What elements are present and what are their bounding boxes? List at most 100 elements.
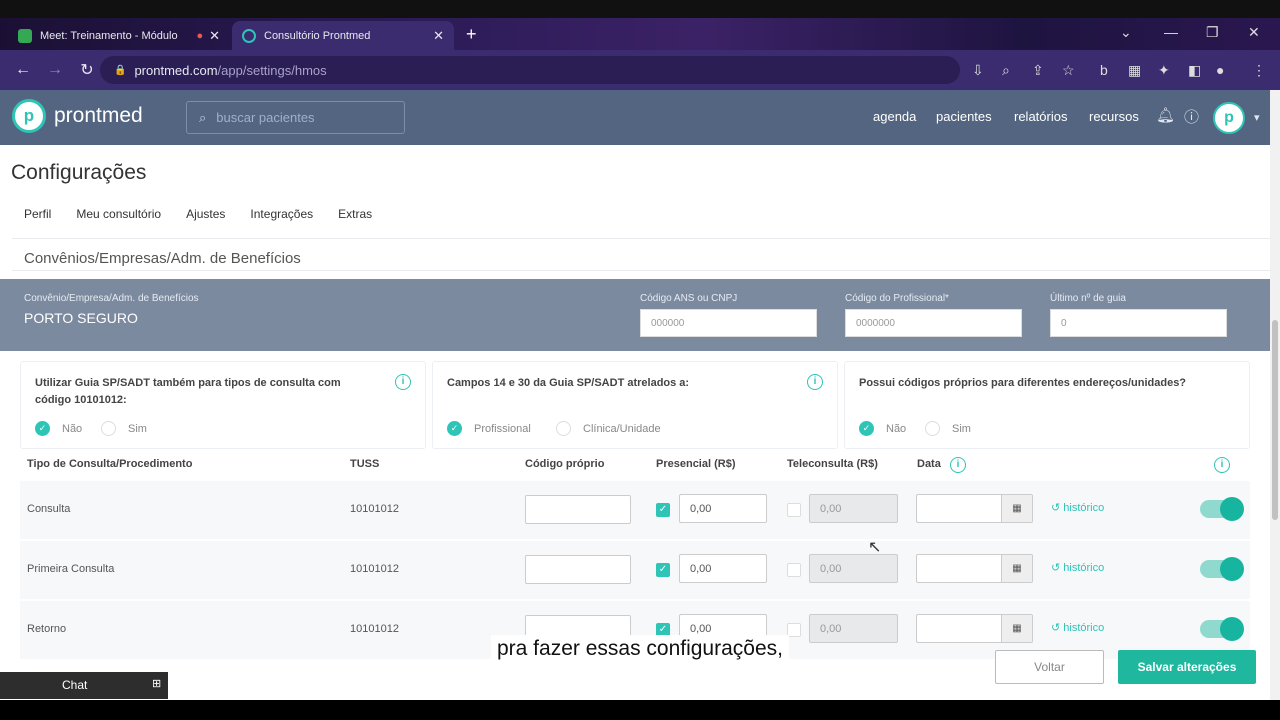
date-input[interactable]: ▦ <box>916 494 1033 523</box>
tab-ajustes[interactable]: Ajustes <box>186 207 225 221</box>
prof-code-input[interactable]: 0000000 <box>845 309 1022 337</box>
tele-checkbox[interactable] <box>787 563 801 577</box>
expand-icon[interactable]: ⊞ <box>152 677 161 690</box>
browser-menu-icon[interactable]: ⋮ <box>1252 62 1266 79</box>
radio-label: Clínica/Unidade <box>583 422 661 435</box>
presencial-checkbox[interactable]: ✓ <box>656 563 670 577</box>
own-code-input[interactable] <box>525 555 631 584</box>
nav-pacientes[interactable]: pacientes <box>936 109 992 124</box>
procedure-name: Primeira Consulta <box>27 563 115 575</box>
browser-tab-meet[interactable]: Meet: Treinamento - Módulo ● ✕ <box>8 21 230 50</box>
tab-integracoes[interactable]: Integrações <box>250 207 313 221</box>
ans-code-input[interactable]: 000000 <box>640 309 817 337</box>
history-link[interactable]: ↺ histórico <box>1051 501 1104 514</box>
user-avatar[interactable]: p <box>1213 102 1245 134</box>
tele-price-input[interactable]: 0,00 <box>809 494 898 523</box>
extension-grid-icon[interactable]: ▦ <box>1128 62 1141 79</box>
active-toggle[interactable] <box>1200 557 1244 581</box>
reload-icon[interactable]: ↻ <box>78 60 96 80</box>
own-code-input[interactable] <box>525 495 631 524</box>
sidepanel-icon[interactable]: ◧ <box>1188 62 1201 79</box>
zoom-icon[interactable]: ⌕ <box>1002 62 1010 79</box>
date-input[interactable]: ▦ <box>916 554 1033 583</box>
radio-nao[interactable]: ✓ Não <box>859 421 906 436</box>
chat-panel-bar[interactable]: Chat ⊞ <box>0 672 168 699</box>
forward-arrow-icon[interactable]: → <box>46 61 64 79</box>
nav-relatorios[interactable]: relatórios <box>1014 109 1067 124</box>
extensions-puzzle-icon[interactable]: ✦ <box>1158 62 1170 79</box>
radio-label: Não <box>886 422 907 435</box>
date-info-icon[interactable]: i <box>950 457 966 473</box>
history-icon: ↺ <box>1051 502 1064 514</box>
tab-search-icon[interactable]: ⌄ <box>1120 24 1132 41</box>
prontmed-logo[interactable]: p prontmed <box>12 99 143 133</box>
tele-checkbox[interactable] <box>787 623 801 637</box>
nav-recursos[interactable]: recursos <box>1089 109 1139 124</box>
close-tab-icon[interactable]: ✕ <box>433 28 444 44</box>
chevron-down-icon[interactable]: ▾ <box>1254 111 1260 124</box>
status-info-icon[interactable]: i <box>1214 457 1230 473</box>
radio-profissional[interactable]: ✓ Profissional <box>447 421 531 436</box>
section-title: Convênios/Empresas/Adm. de Benefícios <box>24 250 301 267</box>
patient-search-input[interactable]: ⌕ buscar pacientes <box>186 101 405 134</box>
insurer-name: PORTO SEGURO <box>24 310 138 326</box>
browser-tab-prontmed[interactable]: Consultório Prontmed ✕ <box>232 21 454 50</box>
history-link[interactable]: ↺ histórico <box>1051 561 1104 574</box>
nav-agenda[interactable]: agenda <box>873 109 916 124</box>
last-guide-label: Último nº de guia <box>1050 293 1126 304</box>
info-icon[interactable]: i <box>807 374 823 390</box>
install-icon[interactable]: ⇩ <box>972 62 984 79</box>
tab-meu-consultorio[interactable]: Meu consultório <box>76 207 161 221</box>
share-icon[interactable]: ⇪ <box>1032 62 1044 79</box>
window-close-icon[interactable]: ✕ <box>1248 24 1260 41</box>
info-icon[interactable]: i <box>395 374 411 390</box>
bookmark-star-icon[interactable]: ☆ <box>1062 62 1075 79</box>
close-tab-icon[interactable]: ✕ <box>209 28 220 44</box>
header-type: Tipo de Consulta/Procedimento <box>27 458 193 470</box>
active-toggle[interactable] <box>1200 617 1244 641</box>
extension-b-icon[interactable]: b <box>1100 62 1108 78</box>
tele-checkbox[interactable] <box>787 503 801 517</box>
divider <box>12 270 1274 271</box>
tab-title: Meet: Treinamento - Módulo <box>40 29 178 42</box>
tele-price-input[interactable]: 0,00 <box>809 554 898 583</box>
prontmed-favicon-icon <box>242 28 256 43</box>
restore-icon[interactable]: ❐ <box>1206 24 1219 41</box>
radio-empty-icon <box>556 421 571 436</box>
new-tab-button[interactable]: + <box>466 24 477 45</box>
video-subtitle: pra fazer essas configurações, <box>0 635 1280 662</box>
back-arrow-icon[interactable]: ← <box>14 61 32 79</box>
card-question: Utilizar Guia SP/SADT também para tipos … <box>35 377 341 406</box>
page-title: Configurações <box>11 161 147 184</box>
active-toggle[interactable] <box>1200 497 1244 521</box>
last-guide-input[interactable]: 0 <box>1050 309 1227 337</box>
minimize-icon[interactable]: — <box>1164 24 1178 40</box>
procedure-name: Consulta <box>27 503 71 515</box>
page-scrollbar[interactable] <box>1270 90 1280 700</box>
tab-perfil[interactable]: Perfil <box>24 207 51 221</box>
notifications-bell-icon[interactable]: 🔔︎ <box>1156 106 1175 124</box>
radio-sim[interactable]: Sim <box>101 421 147 436</box>
radio-nao[interactable]: ✓ Não <box>35 421 82 436</box>
presencial-price-input[interactable]: 0,00 <box>679 554 767 583</box>
scrollbar-thumb[interactable] <box>1272 320 1278 520</box>
profile-avatar-icon[interactable]: ● <box>1216 62 1224 78</box>
presencial-checkbox[interactable]: ✓ <box>656 503 670 517</box>
url-path: /app/settings/hmos <box>217 62 327 78</box>
history-link[interactable]: ↺ histórico <box>1051 621 1104 634</box>
tab-extras[interactable]: Extras <box>338 207 372 221</box>
mouse-cursor-icon: ↖ <box>868 539 882 556</box>
radio-sim[interactable]: Sim <box>925 421 971 436</box>
calendar-icon[interactable]: ▦ <box>1001 495 1032 522</box>
help-icon[interactable]: ⓘ <box>1184 106 1199 127</box>
calendar-icon[interactable]: ▦ <box>1001 555 1032 582</box>
radio-label: Sim <box>128 422 147 435</box>
search-icon: ⌕ <box>199 109 207 125</box>
address-bar[interactable]: 🔒 prontmed.com/app/settings/hmos <box>100 56 960 84</box>
history-icon: ↺ <box>1051 622 1064 634</box>
presencial-price-input[interactable]: 0,00 <box>679 494 767 523</box>
lock-icon: 🔒 <box>114 64 127 76</box>
recording-dot-icon: ● <box>196 29 204 42</box>
radio-clinica[interactable]: Clínica/Unidade <box>556 421 661 436</box>
sadt-guide-card: Utilizar Guia SP/SADT também para tipos … <box>20 361 426 449</box>
